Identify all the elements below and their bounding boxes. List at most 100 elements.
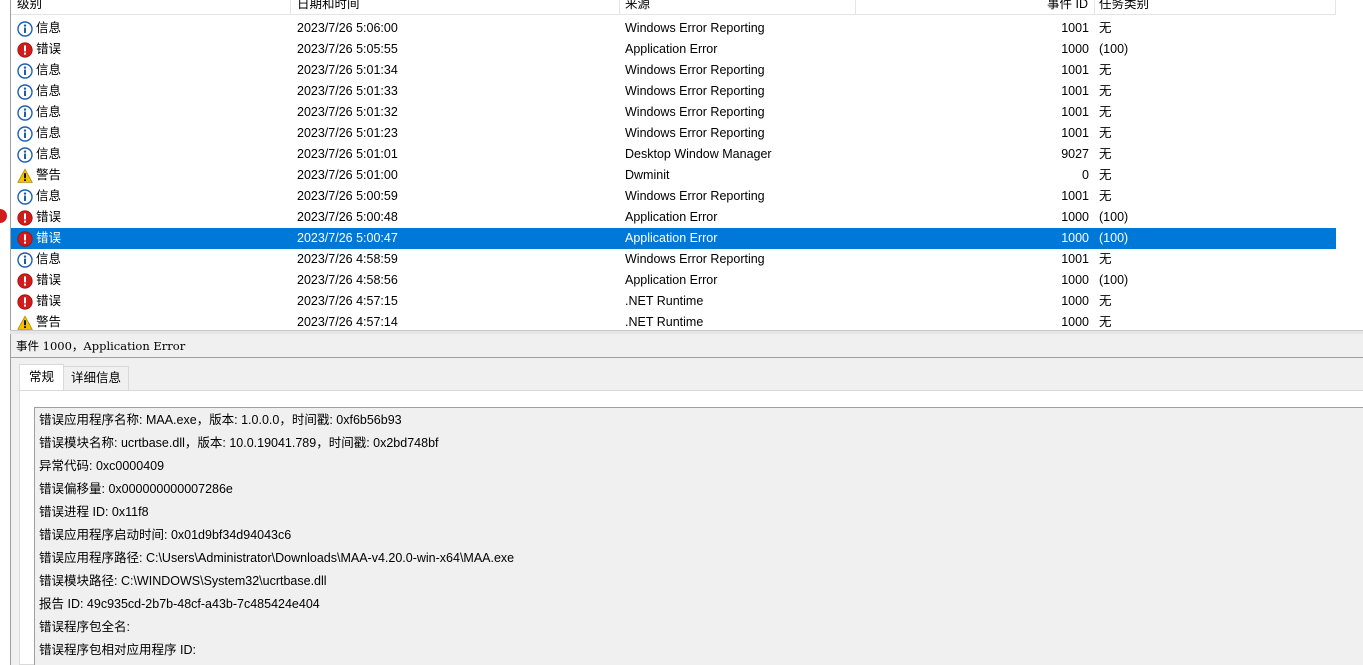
cell-date: 2023/7/26 5:01:33 <box>297 84 398 98</box>
table-row[interactable]: 信息 2023/7/26 5:01:01 Desktop Window Manage… <box>11 144 1336 165</box>
table-row[interactable]: 错误 2023/7/26 4:57:15 .NET Runtime 1000 无 <box>11 291 1336 312</box>
table-row[interactable]: 信息 2023/7/26 5:01:33 Windows Error Reporti… <box>11 81 1336 102</box>
details-tabs: 常规 详细信息 <box>19 364 130 390</box>
column-header-event-id[interactable]: 事件 ID <box>856 0 1095 15</box>
column-header-date[interactable]: 日期和时间 <box>291 0 620 15</box>
cell-source: Windows Error Reporting <box>625 21 765 35</box>
cell-event-id: 1000 <box>1061 294 1089 308</box>
cell-level: 错误 <box>11 207 291 228</box>
info-icon <box>17 62 33 79</box>
table-row[interactable]: 信息 2023/7/26 4:58:59 Windows Error Reporti… <box>11 249 1336 270</box>
cell-date: 2023/7/26 4:57:15 <box>297 294 398 308</box>
error-icon <box>17 230 33 247</box>
table-row[interactable]: 信息 2023/7/26 5:06:00 Windows Error Reporti… <box>11 18 1336 39</box>
table-row[interactable]: 错误 2023/7/26 5:05:55 Application Error 1000… <box>11 39 1336 60</box>
info-icon <box>17 83 33 100</box>
cell-source: Windows Error Reporting <box>625 189 765 203</box>
table-row[interactable]: 信息 2023/7/26 5:01:32 Windows Error Reporti… <box>11 102 1336 123</box>
cell-category: 无 <box>1099 294 1112 308</box>
detail-line: 错误模块名称: ucrtbase.dll，版本: 10.0.19041.789，… <box>39 436 439 450</box>
cell-level: 信息 <box>11 102 291 123</box>
table-row[interactable]: 警告 2023/7/26 5:01:00 Dwminit 0 无 <box>11 165 1336 186</box>
column-header-row: 级别 日期和时间 来源 事件 ID 任务类别 <box>11 0 1336 15</box>
info-icon <box>17 125 33 142</box>
cell-source: Windows Error Reporting <box>625 84 765 98</box>
error-icon <box>17 209 33 226</box>
level-label: 信息 <box>36 189 62 203</box>
cell-source: .NET Runtime <box>625 315 704 329</box>
cell-event-id: 1000 <box>1061 273 1089 287</box>
info-icon <box>17 251 33 268</box>
cell-category: (100) <box>1099 273 1129 287</box>
table-row[interactable]: 信息 2023/7/26 5:01:34 Windows Error Reporti… <box>11 60 1336 81</box>
cell-category: 无 <box>1099 126 1112 140</box>
table-row[interactable]: 警告 2023/7/26 4:57:14 .NET Runtime 1000 无 <box>11 312 1336 330</box>
cell-level: 错误 <box>11 270 291 291</box>
cell-source: Windows Error Reporting <box>625 63 765 77</box>
cell-date: 2023/7/26 5:01:23 <box>297 126 398 140</box>
cell-date: 2023/7/26 5:00:59 <box>297 189 398 203</box>
cell-date: 2023/7/26 4:58:56 <box>297 273 398 287</box>
cell-level: 信息 <box>11 186 291 207</box>
event-viewer-window: 级别 日期和时间 来源 事件 ID 任务类别 信息 2023/7/26 5:06:… <box>0 0 1363 665</box>
table-row[interactable]: 错误 2023/7/26 4:58:56 Application Error 1000… <box>11 270 1336 291</box>
info-icon <box>17 20 33 37</box>
level-label: 信息 <box>36 84 62 98</box>
tab-details[interactable]: 详细信息 <box>63 366 130 390</box>
column-header-category[interactable]: 任务类别 <box>1095 0 1336 15</box>
cell-level: 信息 <box>11 60 291 81</box>
level-label: 错误 <box>36 210 62 224</box>
column-header-level[interactable]: 级别 <box>11 0 291 15</box>
detail-line: 错误偏移量: 0x000000000007286e <box>39 482 233 496</box>
warning-icon <box>17 167 33 184</box>
cell-source: Windows Error Reporting <box>625 105 765 119</box>
detail-line: 错误应用程序路径: C:\Users\Administrator\Downloa… <box>39 551 515 565</box>
cell-event-id: 1000 <box>1061 42 1089 56</box>
cell-level: 错误 <box>11 291 291 312</box>
event-list[interactable]: 级别 日期和时间 来源 事件 ID 任务类别 信息 2023/7/26 5:06:… <box>10 0 1363 330</box>
event-description[interactable]: 错误应用程序名称: MAA.exe，版本: 1.0.0.0，时间戳: 0xf6b… <box>34 407 1363 665</box>
tab-panel-general: 错误应用程序名称: MAA.exe，版本: 1.0.0.0，时间戳: 0xf6b… <box>19 390 1363 665</box>
table-row-selected[interactable]: 错误 2023/7/26 5:00:47 Application Error 1000… <box>11 228 1336 249</box>
cell-date: 2023/7/26 5:05:55 <box>297 42 398 56</box>
cell-source: Application Error <box>625 42 718 56</box>
cell-date: 2023/7/26 5:01:01 <box>297 147 398 161</box>
event-rows: 信息 2023/7/26 5:06:00 Windows Error Reporti… <box>11 18 1336 330</box>
tab-general[interactable]: 常规 <box>19 364 65 390</box>
cell-category: 无 <box>1099 189 1112 203</box>
cell-level: 信息 <box>11 249 291 270</box>
info-icon <box>17 188 33 205</box>
table-row[interactable]: 信息 2023/7/26 5:00:59 Windows Error Reporti… <box>11 186 1336 207</box>
cell-category: 无 <box>1099 63 1112 77</box>
level-label: 信息 <box>36 126 62 140</box>
level-label: 错误 <box>36 42 62 56</box>
event-details-pane: 事件 1000，Application Error 常规 详细信息 错误应用程序… <box>10 334 1363 665</box>
cell-date: 2023/7/26 5:01:00 <box>297 168 398 182</box>
cell-event-id: 1001 <box>1061 84 1089 98</box>
detail-line: 错误程序包相对应用程序 ID: <box>39 643 196 657</box>
level-label: 信息 <box>36 252 62 266</box>
cell-event-id: 1000 <box>1061 315 1089 329</box>
table-row[interactable]: 信息 2023/7/26 5:01:23 Windows Error Reporti… <box>11 123 1336 144</box>
level-label: 信息 <box>36 105 62 119</box>
cell-event-id: 1000 <box>1061 210 1089 224</box>
error-icon <box>17 272 33 289</box>
cell-event-id: 1001 <box>1061 105 1089 119</box>
detail-line: 错误进程 ID: 0x11f8 <box>39 505 149 519</box>
cell-level: 错误 <box>11 228 291 249</box>
cell-source: Windows Error Reporting <box>625 252 765 266</box>
error-icon <box>17 293 33 310</box>
cell-event-id: 9027 <box>1061 147 1089 161</box>
cell-event-id: 1001 <box>1061 21 1089 35</box>
table-row[interactable]: 错误 2023/7/26 5:00:48 Application Error 1000… <box>11 207 1336 228</box>
cell-category: 无 <box>1099 105 1112 119</box>
cell-category: 无 <box>1099 21 1112 35</box>
cell-event-id: 1000 <box>1061 231 1089 245</box>
column-header-source[interactable]: 来源 <box>620 0 856 15</box>
cell-category: 无 <box>1099 252 1112 266</box>
level-label: 错误 <box>36 294 62 308</box>
level-label: 警告 <box>36 168 62 182</box>
cell-event-id: 1001 <box>1061 126 1089 140</box>
level-label: 信息 <box>36 147 62 161</box>
cell-date: 2023/7/26 4:58:59 <box>297 252 398 266</box>
